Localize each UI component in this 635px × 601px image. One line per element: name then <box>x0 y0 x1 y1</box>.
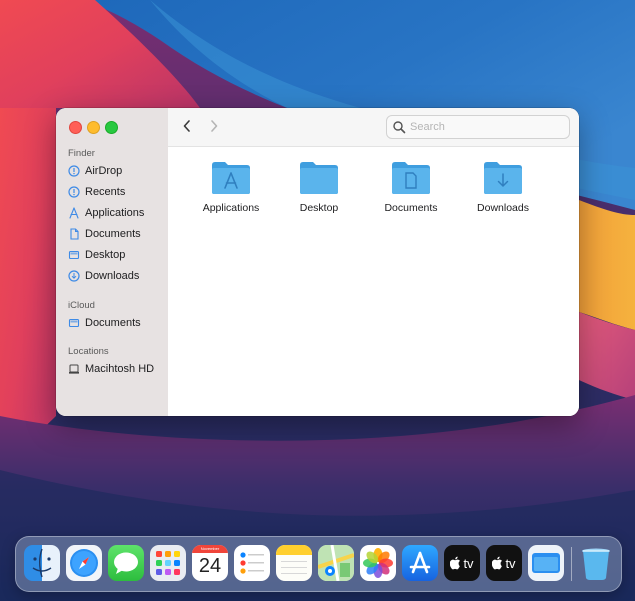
sidebar-item-label: Recents <box>85 186 126 198</box>
minimize-button[interactable] <box>87 121 100 134</box>
sidebar-item-label: Documents <box>85 228 141 240</box>
file-item-applications[interactable]: Applications <box>191 161 271 214</box>
notes-icon[interactable] <box>276 545 312 581</box>
calendar-icon[interactable]: November 24 <box>192 545 228 581</box>
applications-icon <box>68 207 80 219</box>
dock: November 24 tv tv <box>15 536 622 592</box>
file-item-documents[interactable]: Documents <box>371 161 451 214</box>
sidebar-item-desktop[interactable]: Desktop <box>68 246 125 264</box>
recents-icon <box>68 186 80 198</box>
trash-icon[interactable] <box>578 545 614 581</box>
chevron-right-icon <box>211 120 218 132</box>
apple-tv-icon[interactable]: tv <box>486 545 522 581</box>
close-button[interactable] <box>69 121 82 134</box>
tv-label: tv <box>505 555 516 571</box>
photos-icon[interactable] <box>360 545 396 581</box>
file-item-downloads[interactable]: Downloads <box>463 161 543 214</box>
window-controls <box>69 121 118 134</box>
document-icon <box>68 228 80 240</box>
sidebar-item-label: Applications <box>85 207 145 219</box>
folder-icon <box>300 162 338 194</box>
safari-icon[interactable] <box>66 545 102 581</box>
sidebar-item-applications[interactable]: Applications <box>68 204 144 222</box>
file-label: Applications <box>202 202 260 214</box>
sidebar-section-icloud: iCloud <box>68 300 95 311</box>
back-button[interactable] <box>178 117 196 135</box>
messages-icon[interactable] <box>108 545 144 581</box>
sidebar: Finder AirDrop Recents Applications Docu… <box>56 108 169 416</box>
finder-icon[interactable] <box>24 545 60 581</box>
apple-logo-icon <box>492 556 503 570</box>
file-label: Downloads <box>477 202 529 214</box>
downloads-folder-icon <box>484 162 522 194</box>
disk-icon <box>68 363 80 375</box>
finder-window-icon[interactable] <box>528 545 564 581</box>
launchpad-icon[interactable] <box>150 545 186 581</box>
downloads-icon <box>68 270 80 282</box>
calendar-day: 24 <box>198 555 222 577</box>
calendar-month: November <box>192 545 228 553</box>
apple-tv-icon[interactable]: tv <box>444 545 480 581</box>
sidebar-item-label: Downloads <box>85 270 140 282</box>
sidebar-item-label: Macihtosh HD <box>85 363 155 375</box>
applications-folder-icon <box>212 162 250 194</box>
search-field[interactable] <box>386 115 570 139</box>
file-label: Documents <box>384 202 438 214</box>
file-item-desktop[interactable]: Desktop <box>279 161 359 214</box>
file-browser: Applications Desktop Documents Downloads <box>168 147 579 416</box>
sidebar-item-macintosh-hd[interactable]: Macihtosh HD <box>68 360 154 378</box>
dock-separator <box>571 547 572 581</box>
app-store-icon[interactable] <box>402 545 438 581</box>
toolbar <box>168 108 579 147</box>
maps-icon[interactable] <box>318 545 354 581</box>
sidebar-item-label: AirDrop <box>85 165 123 177</box>
desktop-icon <box>68 249 80 261</box>
sidebar-item-recents[interactable]: Recents <box>68 183 125 201</box>
sidebar-item-label: Documents <box>85 317 141 329</box>
finder-window: Finder AirDrop Recents Applications Docu… <box>56 108 579 416</box>
sidebar-item-documents[interactable]: Documents <box>68 225 141 243</box>
icloud-documents-icon <box>68 317 80 329</box>
forward-button[interactable] <box>205 117 223 135</box>
zoom-button[interactable] <box>105 121 118 134</box>
reminders-icon[interactable] <box>234 545 270 581</box>
search-icon <box>393 121 406 134</box>
tv-label: tv <box>463 555 474 571</box>
file-label: Desktop <box>299 202 339 214</box>
sidebar-section-locations: Locations <box>68 346 109 357</box>
airdrop-icon <box>68 165 80 177</box>
sidebar-item-icloud-documents[interactable]: Documents <box>68 314 141 332</box>
sidebar-section-finder: Finder <box>68 148 95 159</box>
sidebar-item-label: Desktop <box>85 249 126 261</box>
apple-logo-icon <box>450 556 461 570</box>
search-input[interactable] <box>410 121 560 133</box>
chevron-left-icon <box>183 120 190 132</box>
sidebar-item-airdrop[interactable]: AirDrop <box>68 162 122 180</box>
documents-folder-icon <box>392 162 430 194</box>
sidebar-item-downloads[interactable]: Downloads <box>68 267 139 285</box>
